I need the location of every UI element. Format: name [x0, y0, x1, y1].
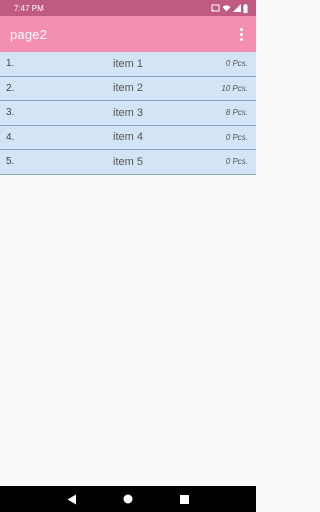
list-item[interactable]: 3. item 3 8 Pcs.: [0, 101, 256, 126]
cast-icon: [211, 4, 220, 12]
item-name: item 3: [113, 106, 143, 119]
status-bar: 7:47 PM: [0, 0, 256, 16]
home-icon[interactable]: [121, 492, 135, 506]
navigation-bar: [0, 486, 256, 512]
page-title: page2: [10, 26, 48, 42]
wifi-icon: [222, 5, 231, 12]
status-time: 7:47 PM: [14, 3, 44, 13]
list-item[interactable]: 4. item 4 0 Pcs.: [0, 125, 256, 150]
signal-icon: [233, 4, 241, 12]
more-vert-icon[interactable]: [234, 24, 248, 44]
item-name: item 1: [113, 57, 143, 70]
item-quantity: 8 Pcs.: [225, 108, 248, 118]
list-item[interactable]: 2. item 2 10 Pcs.: [0, 76, 256, 101]
item-quantity: 0 Pcs.: [225, 157, 248, 167]
item-name: item 5: [113, 155, 143, 168]
list-item[interactable]: 1. item 1 0 Pcs.: [0, 52, 256, 77]
item-name: item 2: [113, 82, 143, 95]
app-bar: page2: [0, 16, 256, 52]
item-quantity: 0 Pcs.: [225, 59, 248, 69]
item-quantity: 0 Pcs.: [225, 132, 248, 142]
status-icons: [211, 3, 248, 13]
item-name: item 4: [113, 131, 143, 144]
recents-icon[interactable]: [177, 492, 191, 506]
item-list: 1. item 1 0 Pcs. 2. item 2 10 Pcs. 3. it…: [0, 52, 256, 175]
battery-icon: [243, 3, 248, 13]
item-quantity: 10 Pcs.: [221, 83, 248, 93]
back-icon[interactable]: [65, 492, 79, 506]
list-item[interactable]: 5. item 5 0 Pcs.: [0, 150, 256, 175]
